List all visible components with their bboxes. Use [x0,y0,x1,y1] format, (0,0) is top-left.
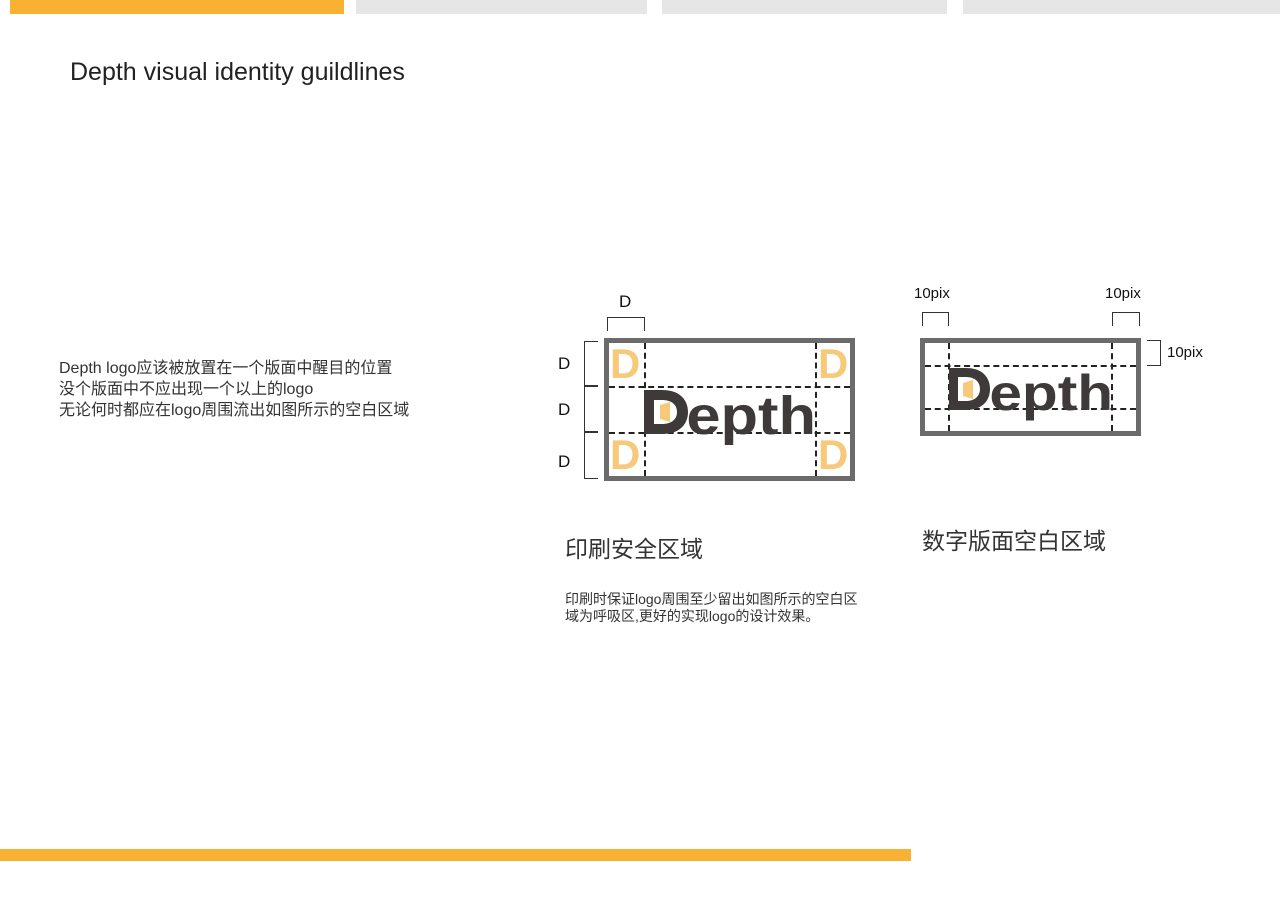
digital-section-heading: 数字版面空白区域 [922,528,1106,554]
measure-top-left-bracket [922,312,949,326]
progress-segment-1 [10,0,344,14]
depth-logo-print: Depth [640,378,820,448]
corner-d-bottom-left: D [610,431,641,478]
print-section-heading: 印刷安全区域 [565,536,703,562]
measure-left-bracket-3 [584,432,598,479]
progress-segment-2 [356,0,647,14]
logo-speaker-mark [660,402,670,422]
measure-top-bracket [607,317,645,331]
measure-top-right-label: 10pix [1105,285,1141,302]
bottom-accent-bar [0,849,911,861]
measure-left-label-1: D [558,354,571,373]
depth-logo-digital: Depth [945,358,1117,424]
corner-d-top-right: D [818,340,849,387]
measure-left-bracket-1 [584,341,598,386]
progress-segment-3 [662,0,947,14]
measure-left-label-3: D [558,452,571,471]
measure-left-bracket-2 [584,386,598,432]
measure-right-bracket [1147,340,1161,366]
measure-left-label-2: D [558,400,571,419]
progress-segment-4 [963,0,1280,14]
corner-d-bottom-right: D [818,431,849,478]
measure-right-label: 10pix [1167,344,1203,361]
print-section-description: 印刷时保证logo周围至少留出如图所示的空白区域为呼吸区,更好的实现logo的设… [565,591,858,624]
intro-text: Depth logo应该被放置在一个版面中醒目的位置 没个版面中不应出现一个以上… [59,358,409,421]
intro-line-1: Depth logo应该被放置在一个版面中醒目的位置 [59,360,393,377]
measure-top-left-label: 10pix [914,285,950,302]
measure-top-label: D [619,292,632,311]
intro-line-3: 无论何时都应在logo周围流出如图所示的空白区域 [59,402,410,419]
corner-d-top-left: D [610,340,641,387]
page-title: Depth visual identity guildlines [70,58,405,86]
logo-speaker-mark [963,380,973,399]
intro-line-2: 没个版面中不应出现一个以上的logo [59,381,314,398]
measure-top-right-bracket [1112,312,1140,326]
